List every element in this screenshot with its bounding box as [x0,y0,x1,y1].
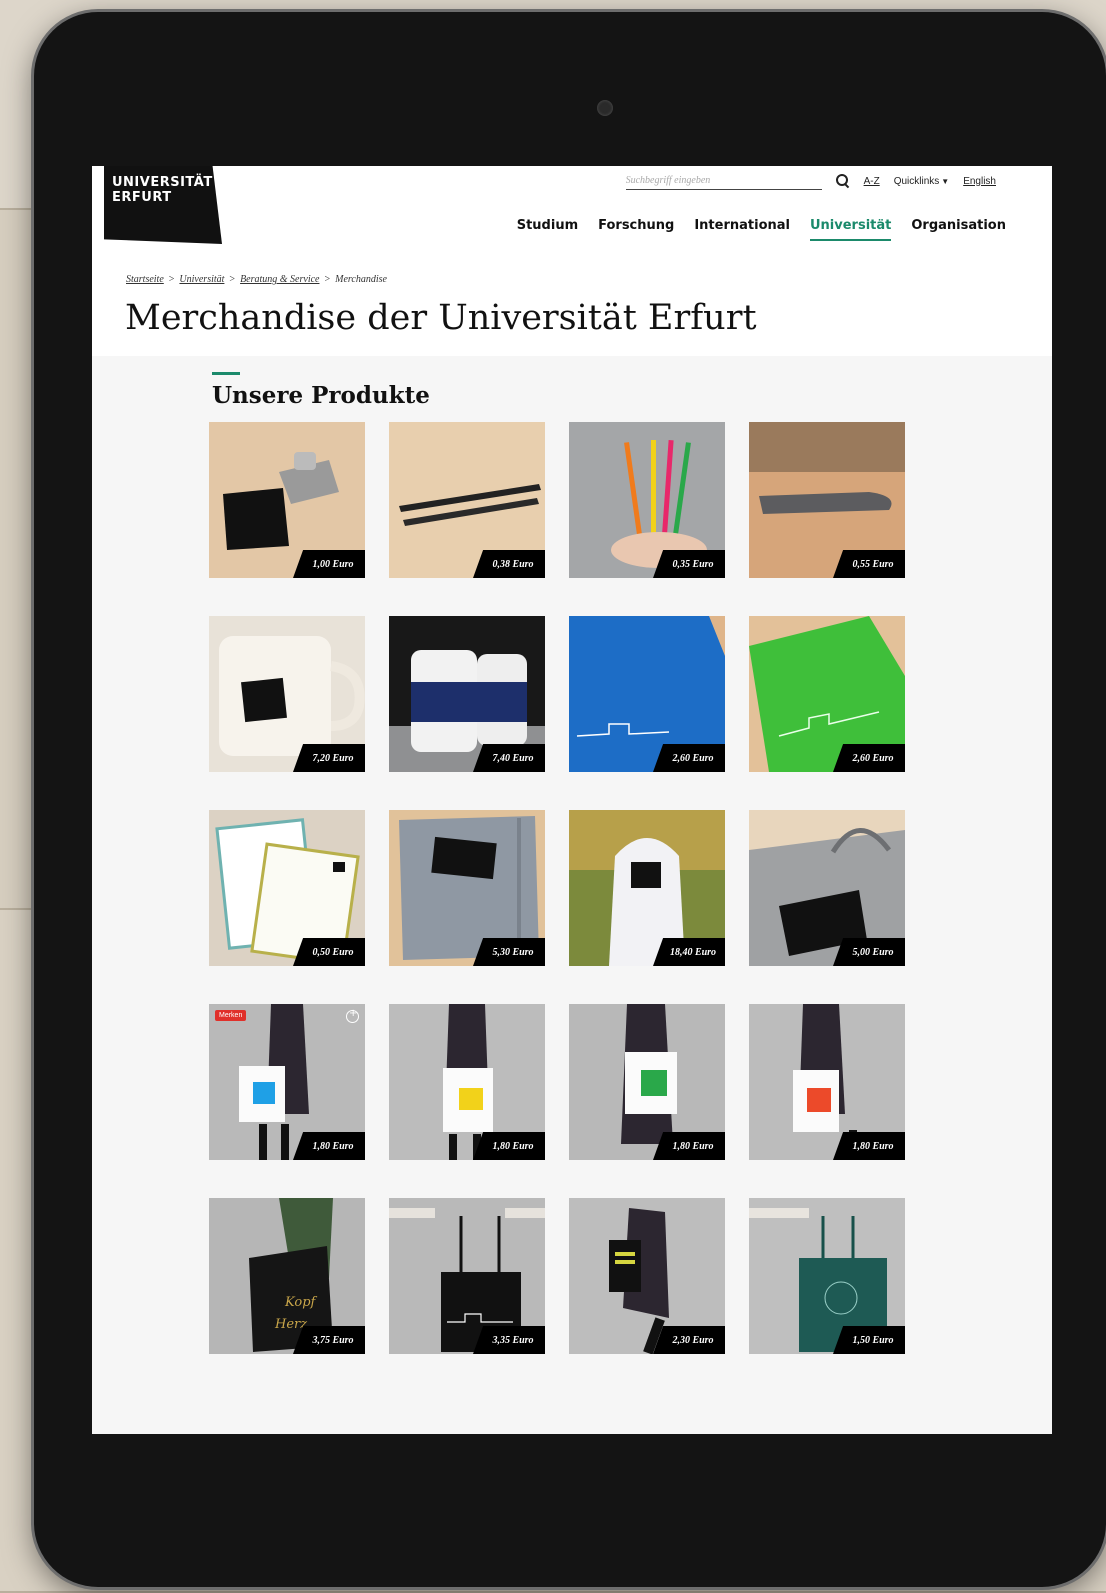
breadcrumb-separator: > [324,274,331,285]
logo-line-2: ERFURT [112,190,172,205]
search-icon[interactable] [835,174,850,188]
expand-icon[interactable] [346,1008,359,1023]
product-grid: 1,00 Euro 0,38 Euro 0,35 Euro 0,55 Euro … [209,422,905,1354]
merken-badge[interactable]: Merken [215,1010,247,1021]
product-card-pencils[interactable]: 0,35 Euro [569,422,725,578]
breadcrumb-item-beratung[interactable]: Beratung & Service [240,274,319,285]
price-tag: 2,60 Euro [653,744,725,772]
price-tag: 0,50 Euro [293,938,365,966]
price-tag: 5,00 Euro [833,938,905,966]
price-tag: 0,55 Euro [833,550,905,578]
nav-item-universitaet[interactable]: Universität [810,218,892,241]
product-card-cups[interactable]: 7,40 Euro [389,616,545,772]
price-tag: 2,60 Euro [833,744,905,772]
price-tag: 0,38 Euro [473,550,545,578]
top-utility-bar: A-Z Quicklinks▼ English [625,172,996,190]
price-tag: 7,20 Euro [293,744,365,772]
product-card-green-pouch[interactable]: 2,60 Euro [749,616,905,772]
product-card-grey-bag[interactable]: 5,00 Euro [749,810,905,966]
product-card-notebook[interactable]: 5,30 Euro [389,810,545,966]
section-title: Unsere Produkte [212,382,430,409]
product-card-black-bag-skyline[interactable]: 3,35 Euro [389,1198,545,1354]
breadcrumb-item-startseite[interactable]: Startseite [126,274,164,285]
price-tag: 1,80 Euro [473,1132,545,1160]
breadcrumb-separator: > [229,274,236,285]
price-tag: 1,80 Euro [653,1132,725,1160]
product-card-lanyard[interactable]: 0,55 Euro [749,422,905,578]
product-card-bag-yellow[interactable]: 1,80 Euro [389,1004,545,1160]
price-tag: 7,40 Euro [473,744,545,772]
quicklinks-dropdown[interactable]: Quicklinks ▼ [894,176,950,187]
price-tag: 1,80 Euro [293,1132,365,1160]
university-logo[interactable]: UNIVERSITÄT ERFURT [104,166,222,244]
product-card-mug[interactable]: 7,20 Euro [209,616,365,772]
section-accent-bar [212,372,240,375]
product-card-teal-bag[interactable]: 1,50 Euro [749,1198,905,1354]
product-card-black-bag-teacher[interactable]: 2,30 Euro [569,1198,725,1354]
nav-item-organisation[interactable]: Organisation [911,218,1006,241]
price-tag: 18,40 Euro [653,938,725,966]
price-tag: 1,80 Euro [833,1132,905,1160]
product-card-bag-green[interactable]: 1,80 Euro [569,1004,725,1160]
product-card-blue-pouch[interactable]: 2,60 Euro [569,616,725,772]
breadcrumb-item-universitaet[interactable]: Universität [179,274,224,285]
page-title: Merchandise der Universität Erfurt [125,298,757,338]
price-tag: 1,00 Euro [293,550,365,578]
breadcrumb-separator: > [168,274,175,285]
products-section: Unsere Produkte 1,00 Euro 0,38 Euro 0,35… [92,356,1052,1434]
product-card-pin[interactable]: 1,00 Euro [209,422,365,578]
bag-text-kopf: Kopf [284,1295,318,1310]
az-link[interactable]: A-Z [864,176,880,187]
price-tag: 0,35 Euro [653,550,725,578]
product-card-bag-blue[interactable]: Merken 1,80 Euro [209,1004,365,1160]
chevron-down-icon: ▼ [941,176,950,186]
price-tag: 5,30 Euro [473,938,545,966]
price-tag: 1,50 Euro [833,1326,905,1354]
price-tag: 3,35 Euro [473,1326,545,1354]
price-tag: 2,30 Euro [653,1326,725,1354]
nav-item-forschung[interactable]: Forschung [598,218,674,241]
browser-screen: UNIVERSITÄT ERFURT A-Z Quicklinks▼ Engli… [92,166,1052,1434]
quicklinks-label: Quicklinks [893,175,940,187]
product-card-black-bag-kopf-herz[interactable]: Kopf Herz 3,75 Euro [209,1198,365,1354]
camera-icon [597,100,613,116]
product-card-pens[interactable]: 0,38 Euro [389,422,545,578]
product-card-hoodie[interactable]: 18,40 Euro [569,810,725,966]
main-navigation: Studium Forschung International Universi… [517,218,1006,241]
breadcrumb-item-current: Merchandise [335,274,387,285]
logo-line-1: UNIVERSITÄT [112,175,213,190]
product-card-bag-red[interactable]: 1,80 Euro [749,1004,905,1160]
price-tag: 3,75 Euro [293,1326,365,1354]
product-card-weekly-planner[interactable]: 0,50 Euro [209,810,365,966]
english-language-link[interactable]: English [963,176,996,187]
nav-item-studium[interactable]: Studium [517,218,578,241]
breadcrumb: Startseite > Universität > Beratung & Servic… [126,274,387,285]
search-input[interactable] [625,172,822,190]
nav-item-international[interactable]: International [694,218,790,241]
